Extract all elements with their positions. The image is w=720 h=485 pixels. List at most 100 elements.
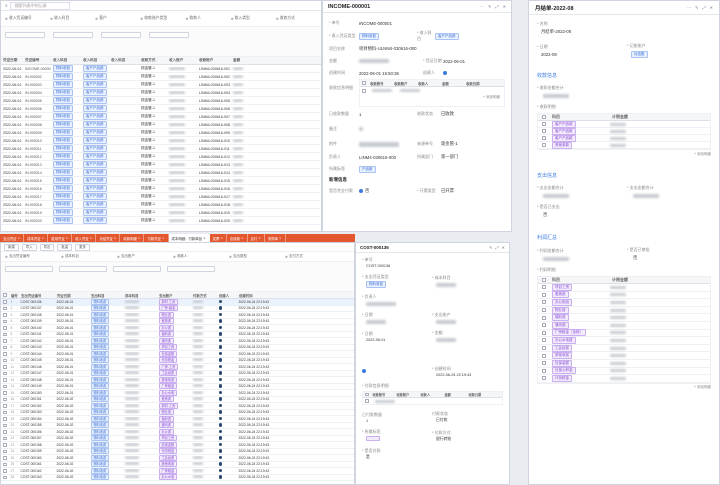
row-checkbox[interactable] [3,345,7,349]
column-header[interactable]: 凭证编号 [23,58,51,63]
filter-item[interactable]: ⊕ 支出类型 [229,254,279,259]
select-all-checkbox[interactable] [3,293,7,297]
row-checkbox[interactable] [3,449,7,453]
filter-item[interactable]: ⊕ 收款方式 [276,16,317,21]
row-checkbox[interactable] [542,323,546,328]
add-detail-link[interactable]: + 添加明细 [483,95,500,100]
row-checkbox[interactable] [3,397,7,401]
cost-filter-box-2[interactable] [59,266,107,272]
tab-close-icon[interactable]: × [66,236,69,240]
column-header[interactable]: 收入科目 [51,58,81,63]
row-checkbox[interactable] [3,436,7,440]
table-row[interactable]: 2022-06-01 IN-000007 物料收费 客户产品款 现金管-1 LINM4-0… [1,113,321,121]
row-checkbox[interactable] [542,300,546,305]
select-all-checkbox[interactable] [365,392,369,397]
toolbar-button[interactable]: 导入 [21,243,37,251]
edit-icon[interactable]: ✎ [489,245,492,250]
row-checkbox[interactable] [3,456,7,460]
filter-item[interactable]: ⊕ 收入科目 [50,16,91,21]
tab-close-icon[interactable]: × [162,236,165,240]
filter-item[interactable]: ⊕ 支付方式 [285,254,335,259]
column-header[interactable]: 编号 [9,293,19,298]
row-checkbox[interactable] [542,353,546,358]
tab-close-icon[interactable]: × [220,236,223,240]
row-checkbox[interactable] [3,404,7,408]
row-checkbox[interactable] [542,368,546,373]
tab-close-icon[interactable]: × [138,236,141,240]
tab-close-icon[interactable]: × [18,236,21,240]
column-header[interactable]: 收入科目 [81,58,109,63]
row-checkbox[interactable] [542,129,546,133]
table-row[interactable]: 2022-06-01 IN-000003 物料收费 客户产品款 现金管-1 LINM4-0… [1,81,321,89]
row-checkbox[interactable] [542,338,546,343]
tab-close-icon[interactable]: × [258,236,261,240]
table-row[interactable]: 2022-06-01 IN-000012 物料收费 客户产品款 现金管-1 LINM4-0… [1,153,321,161]
close-icon[interactable]: ✕ [502,245,505,250]
tab-item[interactable]: 应收款 × [227,234,248,242]
row-checkbox[interactable] [3,462,7,466]
tab-item[interactable]: 费用凭证 × [48,234,73,242]
filter-item[interactable]: ⊕ 收入类型 [231,16,272,21]
filter-item[interactable]: ⊕ 支出凭证编号 [5,254,55,259]
column-header[interactable]: 支出科目 [89,293,123,298]
column-header[interactable]: 收入账户 [167,58,197,63]
row-checkbox[interactable] [3,306,7,310]
filter-item[interactable]: ⊕ 收款账户类型 [140,16,181,21]
row-checkbox[interactable] [3,352,7,356]
row-checkbox[interactable] [3,313,7,317]
tab-close-icon[interactable]: × [42,236,45,240]
tab-item[interactable]: 收款明细 × [120,234,145,242]
pay-radio[interactable] [359,189,363,193]
tab-item[interactable]: 成本明细：付款单品 × [168,234,210,242]
row-checkbox[interactable] [542,376,546,381]
row-checkbox[interactable] [3,371,7,375]
row-checkbox[interactable] [3,378,7,382]
column-header[interactable]: 金额 [231,58,251,63]
column-header[interactable]: 创建时间 [237,293,297,298]
tab-close-icon[interactable]: × [90,236,93,240]
expand-icon[interactable]: ⤢ [495,245,498,250]
table-row[interactable]: 2022-06-01 IN-000019 物料收费 客户产品款 现金管-1 LINM4-0… [1,209,321,217]
row-checkbox[interactable] [362,88,366,93]
profit-detail-row[interactable]: 代扣税金 [538,374,710,383]
tab-close-icon[interactable]: × [114,236,117,240]
table-row[interactable]: 2022-06-01 IN-000013 物料收费 客户产品款 现金管-1 LINM4-0… [1,161,321,169]
tab-item[interactable]: 成本凭证 × [24,234,49,242]
column-header[interactable]: 创建人 [217,293,237,298]
tab-item[interactable]: 收入凭证 × [72,234,97,242]
row-checkbox[interactable] [542,285,546,290]
row-checkbox[interactable] [3,423,7,427]
row-checkbox[interactable] [3,430,7,434]
row-checkbox[interactable] [3,469,7,473]
tab-close-icon[interactable]: × [279,236,282,240]
row-checkbox[interactable] [542,292,546,297]
row-checkbox[interactable] [3,475,7,479]
toolbar-button[interactable]: 导出 [39,243,55,251]
filter-box-1[interactable] [5,31,45,38]
column-header[interactable]: 支出账户 [157,293,191,298]
table-row[interactable]: 2022-06-01 IN-000017 物料收费 客户产品款 现金管-1 LINM4-0… [1,193,321,201]
table-row[interactable]: 2022-06-01 IN-000016 物料收费 客户产品款 现金管-1 LINM4-0… [1,185,321,193]
row-checkbox[interactable] [3,443,7,447]
search-input[interactable]: 搜索列表中的记录 [9,1,70,10]
tab-item[interactable]: 月结凭证 × [96,234,121,242]
close-icon[interactable]: ✕ [710,5,713,10]
column-header[interactable]: 凭证日期 [55,293,89,298]
filter-item[interactable]: ⊕ 成本科目 [61,254,111,259]
edit-icon[interactable]: ✎ [695,5,698,10]
table-row[interactable]: 28 COST-000163 2022-06-02 物料收费 办公水电 2022-06-2… [1,474,354,481]
more-icon[interactable]: ⋯ [687,5,691,10]
table-row[interactable]: 2022-06-01 IN-000020 物料收费 客户产品款 现金管-1 LINM4-0… [1,217,321,225]
tab-item[interactable]: 采购单 × [265,234,286,242]
row-checkbox[interactable] [3,358,7,362]
row-checkbox[interactable] [542,346,546,351]
toolbar-button[interactable]: 批量 [57,243,73,251]
tab-close-icon[interactable]: × [241,236,244,240]
filter-box-3[interactable] [101,31,141,38]
filter-box-2[interactable] [53,31,93,38]
table-row[interactable]: 2022-06-01 IN-000018 物料收费 客户产品款 现金管-1 LINM4-0… [1,201,321,209]
row-checkbox[interactable] [542,330,546,335]
expand-icon[interactable]: ⤢ [702,5,705,10]
table-row[interactable]: 2022-06-01 INCOME-000001 物料收费 客户产品款 现金管-1 LIN… [1,65,321,73]
more-icon[interactable]: ⋯ [480,4,484,9]
